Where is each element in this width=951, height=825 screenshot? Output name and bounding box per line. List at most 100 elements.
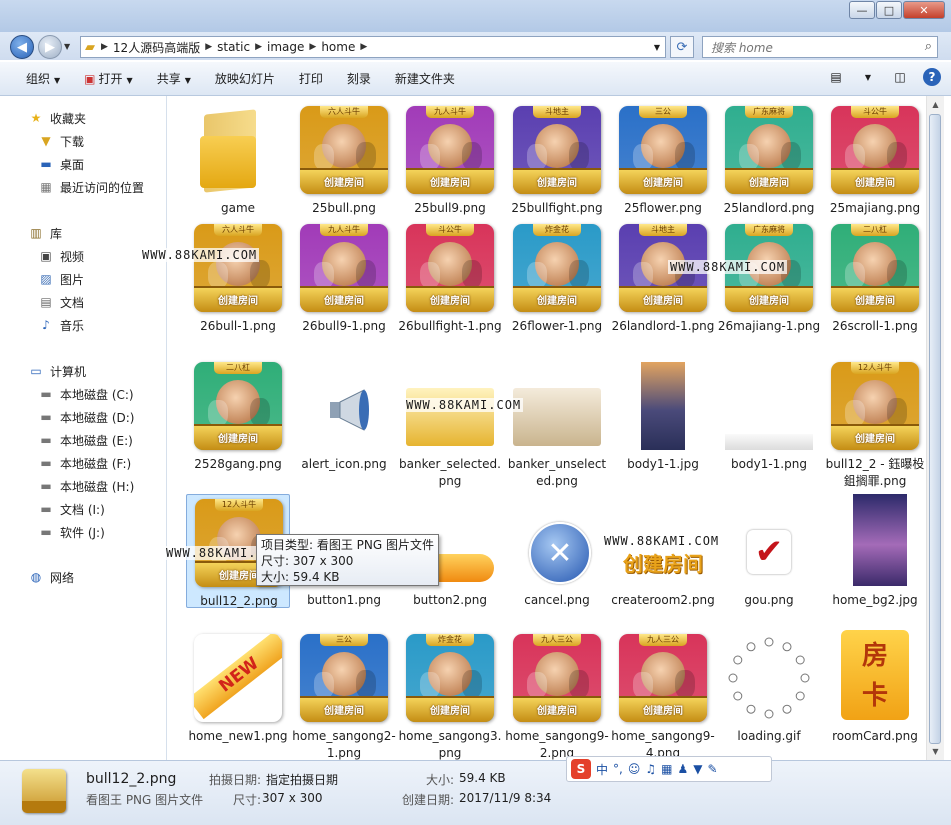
address-bar[interactable]: ▰ ▶ 12人源码高端版 ▶ static ▶ image ▶ home ▶ ▼ <box>80 36 666 58</box>
help-icon[interactable]: ? <box>923 68 941 86</box>
back-button[interactable]: ◀ <box>10 35 34 59</box>
open-menu[interactable]: ▣ 打开 ▼ <box>72 70 145 87</box>
view-options-icon[interactable]: ▤ <box>827 68 845 86</box>
file-item[interactable]: body1-1.jpg <box>611 358 715 490</box>
breadcrumb-separator[interactable]: ▶ <box>205 42 212 52</box>
sidebar-item-drive-e[interactable]: ▬ 本地磁盘 (E:) <box>38 430 132 450</box>
keyboard-icon[interactable]: ▦ <box>661 762 672 776</box>
details-taken-value[interactable]: 指定拍摄日期 <box>266 771 338 788</box>
file-item[interactable]: 斗地主 创建房间 25bullfight.png <box>505 102 609 234</box>
file-item[interactable]: 炸金花 创建房间 26flower-1.png <box>505 220 609 352</box>
sidebar-item-desktop[interactable]: ▬ 桌面 <box>38 154 84 174</box>
ime-mode-toggle[interactable]: 中 <box>596 761 608 778</box>
file-item[interactable]: 创建房间 createroom2.png <box>611 494 715 626</box>
vertical-scrollbar[interactable]: ▲ ▼ <box>926 96 944 760</box>
sidebar-item-network[interactable]: ◍ 网络 <box>28 567 74 587</box>
scrollbar-thumb[interactable] <box>929 114 941 744</box>
sidebar-item-music[interactable]: ♪ 音乐 <box>38 315 84 335</box>
sidebar-item-recent[interactable]: ▦ 最近访问的位置 <box>38 177 144 197</box>
breadcrumb-separator[interactable]: ▶ <box>360 42 367 52</box>
file-item[interactable]: loading.gif <box>717 630 821 760</box>
file-item[interactable]: 九人斗牛 创建房间 25bull9.png <box>398 102 502 234</box>
address-dropdown-icon[interactable]: ▼ <box>654 43 660 52</box>
file-item[interactable]: 九人三公 创建房间 home_sangong9-4.png <box>611 630 715 760</box>
file-item[interactable]: 炸金花 创建房间 home_sangong3.png <box>398 630 502 760</box>
file-item[interactable]: 12人斗牛 创建房间 bull12_2 - 鈺曝杸鉏搁罪.png <box>823 358 925 490</box>
image-thumbnail: 斗地主 创建房间 <box>513 106 601 194</box>
skin-shirt-icon[interactable]: ▼ <box>693 762 702 776</box>
burn-button[interactable]: 刻录 <box>335 70 383 87</box>
share-menu[interactable]: 共享 ▼ <box>145 70 203 87</box>
refresh-button[interactable]: ⟳ <box>670 36 694 58</box>
file-item[interactable]: 六人斗牛 创建房间 25bull.png <box>292 102 396 234</box>
file-item[interactable]: ✕ cancel.png <box>505 494 609 626</box>
desktop-icon: ▬ <box>40 157 52 171</box>
sidebar-item-downloads[interactable]: ▼ 下载 <box>38 131 84 151</box>
sidebar-item-drive-f[interactable]: ▬ 本地磁盘 (F:) <box>38 453 131 473</box>
breadcrumb-separator[interactable]: ▶ <box>101 42 108 52</box>
search-box[interactable]: ⌕ <box>702 36 938 58</box>
sidebar-item-drive-c[interactable]: ▬ 本地磁盘 (C:) <box>38 384 133 404</box>
microphone-icon[interactable]: ♫ <box>645 762 656 776</box>
sidebar-item-drive-j[interactable]: ▬ 软件 (J:) <box>38 522 104 542</box>
sogou-logo-icon[interactable]: S <box>571 759 591 779</box>
recent-pages-chevron-icon[interactable]: ▼ <box>64 42 70 51</box>
view-dropdown-icon[interactable]: ▼ <box>859 68 877 86</box>
file-item[interactable]: 二八杠 创建房间 2528gang.png <box>186 358 290 490</box>
breadcrumb-12ren[interactable]: 12人源码高端版 <box>113 39 200 56</box>
file-item[interactable]: home_bg2.jpg <box>823 494 925 626</box>
maximize-button[interactable]: □ <box>876 1 902 19</box>
search-icon[interactable]: ⌕ <box>925 39 932 54</box>
file-item[interactable]: 三公 创建房间 home_sangong2-1.png <box>292 630 396 760</box>
file-item[interactable]: 斗地主 创建房间 26landlord-1.png <box>611 220 715 352</box>
file-item[interactable]: 斗公牛 创建房间 26bullfight-1.png <box>398 220 502 352</box>
breadcrumb-image[interactable]: image <box>267 40 304 54</box>
sidebar-item-documents[interactable]: ▤ 文档 <box>38 292 84 312</box>
file-item[interactable]: 房卡 roomCard.png <box>823 630 925 760</box>
breadcrumb-home[interactable]: home <box>321 40 355 54</box>
new-folder-button[interactable]: 新建文件夹 <box>383 70 467 87</box>
close-button[interactable]: ✕ <box>903 1 945 19</box>
print-button[interactable]: 打印 <box>287 70 335 87</box>
punctuation-icon[interactable]: °, <box>613 762 623 776</box>
sidebar-item-drive-d[interactable]: ▬ 本地磁盘 (D:) <box>38 407 134 427</box>
sidebar-item-pictures[interactable]: ▨ 图片 <box>38 269 84 289</box>
file-item[interactable]: 二八杠 创建房间 26scroll-1.png <box>823 220 925 352</box>
forward-button[interactable]: ▶ <box>38 35 62 59</box>
file-item[interactable]: alert_icon.png <box>292 358 396 490</box>
file-item[interactable]: 九人斗牛 创建房间 26bull9-1.png <box>292 220 396 352</box>
sidebar-item-drive-h[interactable]: ▬ 本地磁盘 (H:) <box>38 476 134 496</box>
preview-pane-icon[interactable]: ◫ <box>891 68 909 86</box>
file-item[interactable]: 广东麻将 创建房间 26majiang-1.png <box>717 220 821 352</box>
breadcrumb-static[interactable]: static <box>217 40 250 54</box>
scroll-up-arrow-icon[interactable]: ▲ <box>927 96 944 113</box>
file-item[interactable]: ✔ gou.png <box>717 494 821 626</box>
user-icon[interactable]: ♟ <box>677 762 688 776</box>
minimize-button[interactable]: — <box>849 1 875 19</box>
file-item[interactable]: 广东麻将 创建房间 25landlord.png <box>717 102 821 234</box>
file-item[interactable]: banker_unselected.png <box>505 358 609 490</box>
file-item[interactable]: game <box>186 102 290 234</box>
sidebar-item-favorites[interactable]: ★ 收藏夹 <box>28 108 86 128</box>
file-item[interactable]: 九人三公 创建房间 home_sangong9-2.png <box>505 630 609 760</box>
file-item[interactable]: 六人斗牛 创建房间 26bull-1.png <box>186 220 290 352</box>
sidebar-item-libraries[interactable]: ▥ 库 <box>28 223 62 243</box>
ime-toolbar[interactable]: S 中 °, ☺ ♫ ▦ ♟ ▼ ✎ <box>566 756 772 782</box>
downloads-folder-icon: ▼ <box>41 134 51 148</box>
organize-menu[interactable]: 组织 ▼ <box>0 70 72 87</box>
file-item[interactable]: 斗公牛 创建房间 25majiang.png <box>823 102 925 234</box>
sidebar-item-drive-i[interactable]: ▬ 文档 (I:) <box>38 499 104 519</box>
sidebar-item-computer[interactable]: ▭ 计算机 <box>28 361 86 381</box>
file-item[interactable]: NEW home_new1.png <box>186 630 290 760</box>
slideshow-button[interactable]: 放映幻灯片 <box>203 70 287 87</box>
sidebar-item-videos[interactable]: ▣ 视频 <box>38 246 84 266</box>
scroll-down-arrow-icon[interactable]: ▼ <box>927 743 944 760</box>
emoji-icon[interactable]: ☺ <box>628 762 641 776</box>
settings-wrench-icon[interactable]: ✎ <box>707 762 717 776</box>
search-input[interactable] <box>709 38 913 58</box>
file-item[interactable]: body1-1.png <box>717 358 821 490</box>
breadcrumb-separator[interactable]: ▶ <box>255 42 262 52</box>
file-item[interactable]: banker_selected.png <box>398 358 502 490</box>
breadcrumb-separator[interactable]: ▶ <box>309 42 316 52</box>
file-item[interactable]: 三公 创建房间 25flower.png <box>611 102 715 234</box>
